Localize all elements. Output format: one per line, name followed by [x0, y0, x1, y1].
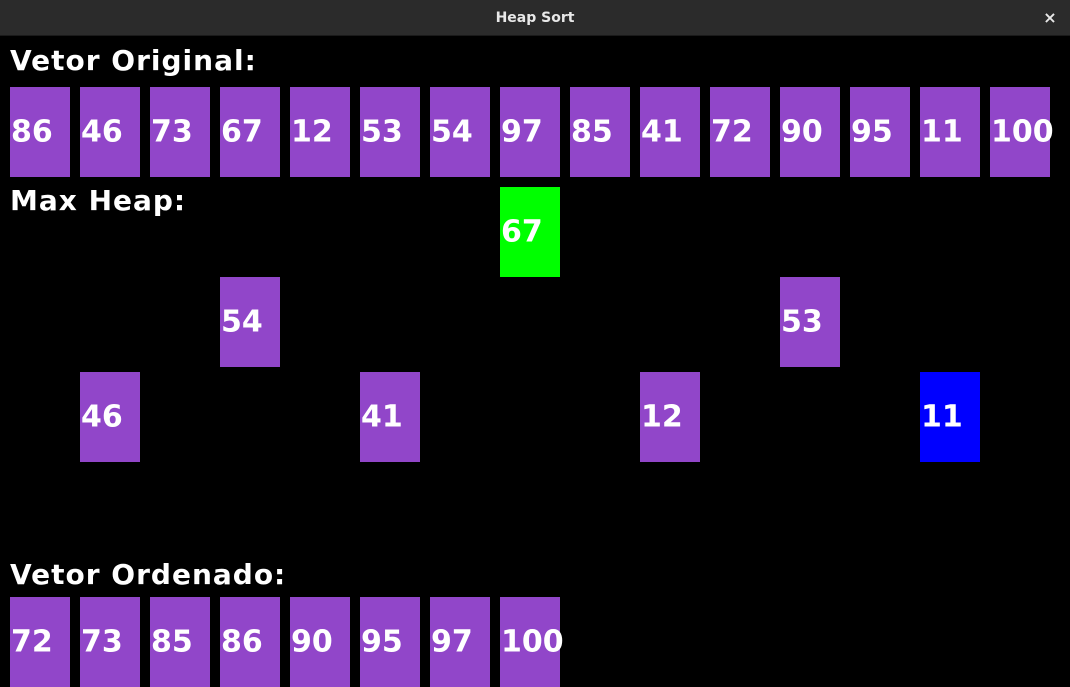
original-array-cell-value: 12	[291, 114, 333, 150]
original-array-cell-value: 72	[711, 114, 753, 150]
original-array-cell: 11	[920, 87, 980, 177]
original-array-cell-value: 97	[501, 114, 543, 150]
heap-node-root: 67	[500, 187, 560, 277]
original-array-cell-value: 54	[431, 114, 473, 150]
original-array-label: Vetor Original:	[10, 44, 257, 77]
sorted-array-cell: 73	[80, 597, 140, 687]
original-array-cell: 73	[150, 87, 210, 177]
heap-node: 54	[220, 277, 280, 367]
original-array-cell: 100	[990, 87, 1054, 177]
sorted-array-cell-value: 97	[431, 624, 473, 660]
sorted-array-cell-value: 72	[11, 624, 53, 660]
visualization-canvas: Vetor Original: 86 46 73 67 12 53 54 97 85 41 72 90…	[0, 36, 1070, 687]
heap-node-last: 11	[920, 372, 980, 462]
sorted-array-cell: 86	[220, 597, 280, 687]
original-array-cell-value: 11	[921, 114, 963, 150]
sorted-array-cell: 95	[360, 597, 420, 687]
window-title: Heap Sort	[495, 10, 575, 26]
original-array-cell: 72	[710, 87, 770, 177]
original-array-cell: 54	[430, 87, 490, 177]
original-array-cell: 86	[10, 87, 70, 177]
sorted-array-cell-value: 100	[501, 624, 564, 660]
window-titlebar: Heap Sort ×	[0, 0, 1070, 36]
heap-node: 12	[640, 372, 700, 462]
original-array-cell-value: 86	[11, 114, 53, 150]
close-icon[interactable]: ×	[1038, 6, 1062, 30]
original-array-cell-value: 46	[81, 114, 123, 150]
original-array-cell-value: 73	[151, 114, 193, 150]
original-array-cell-value: 41	[641, 114, 683, 150]
original-array-cell-value: 90	[781, 114, 823, 150]
sorted-array-cell-value: 73	[81, 624, 123, 660]
heap-node: 53	[780, 277, 840, 367]
sorted-array-cell: 100	[500, 597, 564, 687]
sorted-array-cell-value: 86	[221, 624, 263, 660]
original-array-cell: 12	[290, 87, 350, 177]
sorted-array-cell: 97	[430, 597, 490, 687]
original-array-cell-value: 95	[851, 114, 893, 150]
original-array-cell: 90	[780, 87, 840, 177]
original-array-cell-value: 53	[361, 114, 403, 150]
original-array-cell: 67	[220, 87, 280, 177]
original-array-cell: 95	[850, 87, 910, 177]
sorted-array-cell: 72	[10, 597, 70, 687]
original-array-cell: 46	[80, 87, 140, 177]
original-array-cell: 97	[500, 87, 560, 177]
sorted-array-cell: 90	[290, 597, 350, 687]
sorted-array-cell-value: 85	[151, 624, 193, 660]
heap-node: 46	[80, 372, 140, 462]
original-array-cell-value: 67	[221, 114, 263, 150]
original-array-cell-value: 85	[571, 114, 613, 150]
original-array-cell: 53	[360, 87, 420, 177]
original-array-cell: 85	[570, 87, 630, 177]
original-array-cell: 41	[640, 87, 700, 177]
sorted-array-cell: 85	[150, 597, 210, 687]
sorted-array-label: Vetor Ordenado:	[10, 558, 287, 591]
sorted-array-cell-value: 95	[361, 624, 403, 660]
max-heap-label: Max Heap:	[10, 184, 187, 217]
sorted-array-cell-value: 90	[291, 624, 333, 660]
heap-node: 41	[360, 372, 420, 462]
original-array-cell-value: 100	[991, 114, 1054, 150]
